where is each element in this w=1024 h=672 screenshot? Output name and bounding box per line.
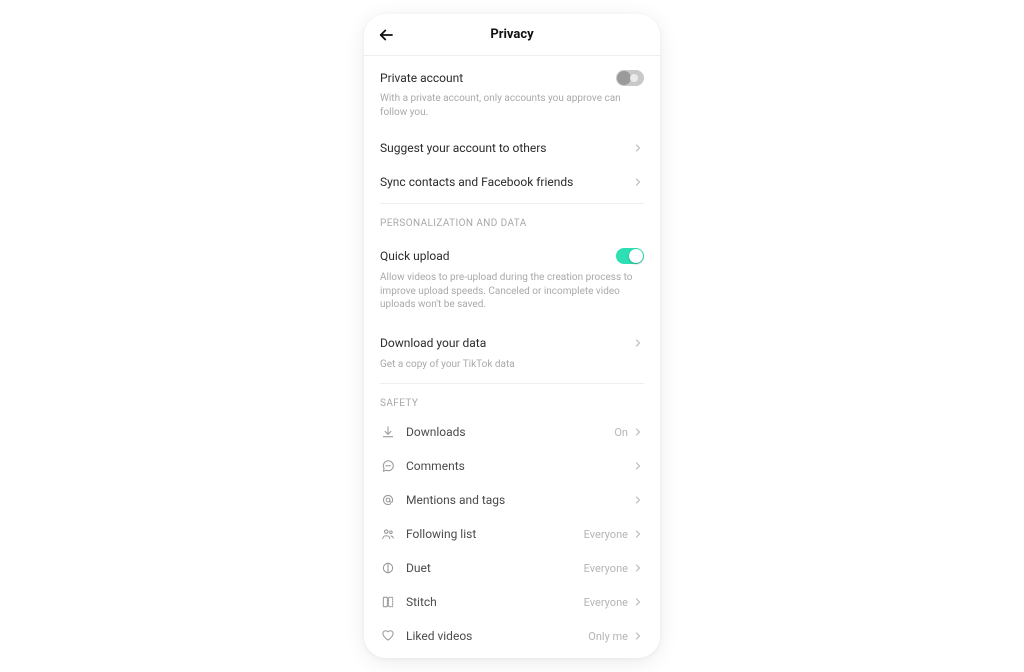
quick-upload-toggle[interactable] xyxy=(616,248,644,264)
back-button[interactable] xyxy=(374,23,398,47)
stitch-icon xyxy=(380,594,396,610)
header-bar: Privacy xyxy=(364,14,660,56)
safety-row-mentions-and-tags[interactable]: Mentions and tags xyxy=(364,483,660,517)
safety-row-value: On xyxy=(614,426,628,439)
private-account-row[interactable]: Private account xyxy=(364,56,660,90)
private-account-toggle[interactable] xyxy=(616,70,644,86)
sync-contacts-label: Sync contacts and Facebook friends xyxy=(380,175,632,189)
safety-row-label: Comments xyxy=(406,459,632,473)
quick-upload-row[interactable]: Quick upload xyxy=(364,235,660,269)
safety-row-label: Downloads xyxy=(406,425,614,439)
chevron-right-icon xyxy=(632,596,644,608)
chevron-right-icon xyxy=(632,142,644,154)
safety-row-label: Mentions and tags xyxy=(406,493,632,507)
sync-contacts-row[interactable]: Sync contacts and Facebook friends xyxy=(364,165,660,199)
chevron-right-icon xyxy=(632,562,644,574)
safety-row-label: Duet xyxy=(406,561,584,575)
duet-icon xyxy=(380,560,396,576)
download-icon xyxy=(380,424,396,440)
private-account-sub: With a private account, only accounts yo… xyxy=(380,92,644,119)
chevron-right-icon xyxy=(632,426,644,438)
chevron-right-icon xyxy=(632,337,644,349)
safety-row-downloads[interactable]: DownloadsOn xyxy=(364,415,660,449)
safety-row-liked-videos[interactable]: Liked videosOnly me xyxy=(364,619,660,653)
safety-row-label: Liked videos xyxy=(406,629,588,643)
safety-row-label: Following list xyxy=(406,527,584,541)
suggest-account-row[interactable]: Suggest your account to others xyxy=(364,131,660,165)
safety-row-value: Only me xyxy=(588,630,628,643)
section-header-personalization: Personalization and data xyxy=(364,204,660,235)
safety-row-following-list[interactable]: Following listEveryone xyxy=(364,517,660,551)
quick-upload-sub: Allow videos to pre-upload during the cr… xyxy=(380,271,644,312)
safety-row-value: Everyone xyxy=(584,528,628,541)
safety-row-value: Everyone xyxy=(584,562,628,575)
safety-row-label: Stitch xyxy=(406,595,584,609)
chevron-right-icon xyxy=(632,630,644,642)
chevron-right-icon xyxy=(632,176,644,188)
page-title: Privacy xyxy=(490,27,533,42)
safety-row-stitch[interactable]: StitchEveryone xyxy=(364,585,660,619)
back-arrow-icon xyxy=(377,26,395,44)
quick-upload-label: Quick upload xyxy=(380,249,616,263)
people-icon xyxy=(380,526,396,542)
safety-row-comments[interactable]: Comments xyxy=(364,449,660,483)
chevron-right-icon xyxy=(632,460,644,472)
heart-icon xyxy=(380,628,396,644)
suggest-account-label: Suggest your account to others xyxy=(380,141,632,155)
safety-row-direct-messages[interactable]: Direct messages xyxy=(364,653,660,658)
chevron-right-icon xyxy=(632,528,644,540)
privacy-settings-screen: Privacy Private account With a private a… xyxy=(364,14,660,658)
download-data-sub: Get a copy of your TikTok data xyxy=(380,358,644,372)
chevron-right-icon xyxy=(632,494,644,506)
private-account-label: Private account xyxy=(380,71,616,85)
download-data-label: Download your data xyxy=(380,336,632,350)
comment-icon xyxy=(380,458,396,474)
section-header-safety: Safety xyxy=(364,384,660,415)
safety-row-value: Everyone xyxy=(584,596,628,609)
mention-icon xyxy=(380,492,396,508)
safety-row-duet[interactable]: DuetEveryone xyxy=(364,551,660,585)
download-data-row[interactable]: Download your data xyxy=(364,322,660,356)
